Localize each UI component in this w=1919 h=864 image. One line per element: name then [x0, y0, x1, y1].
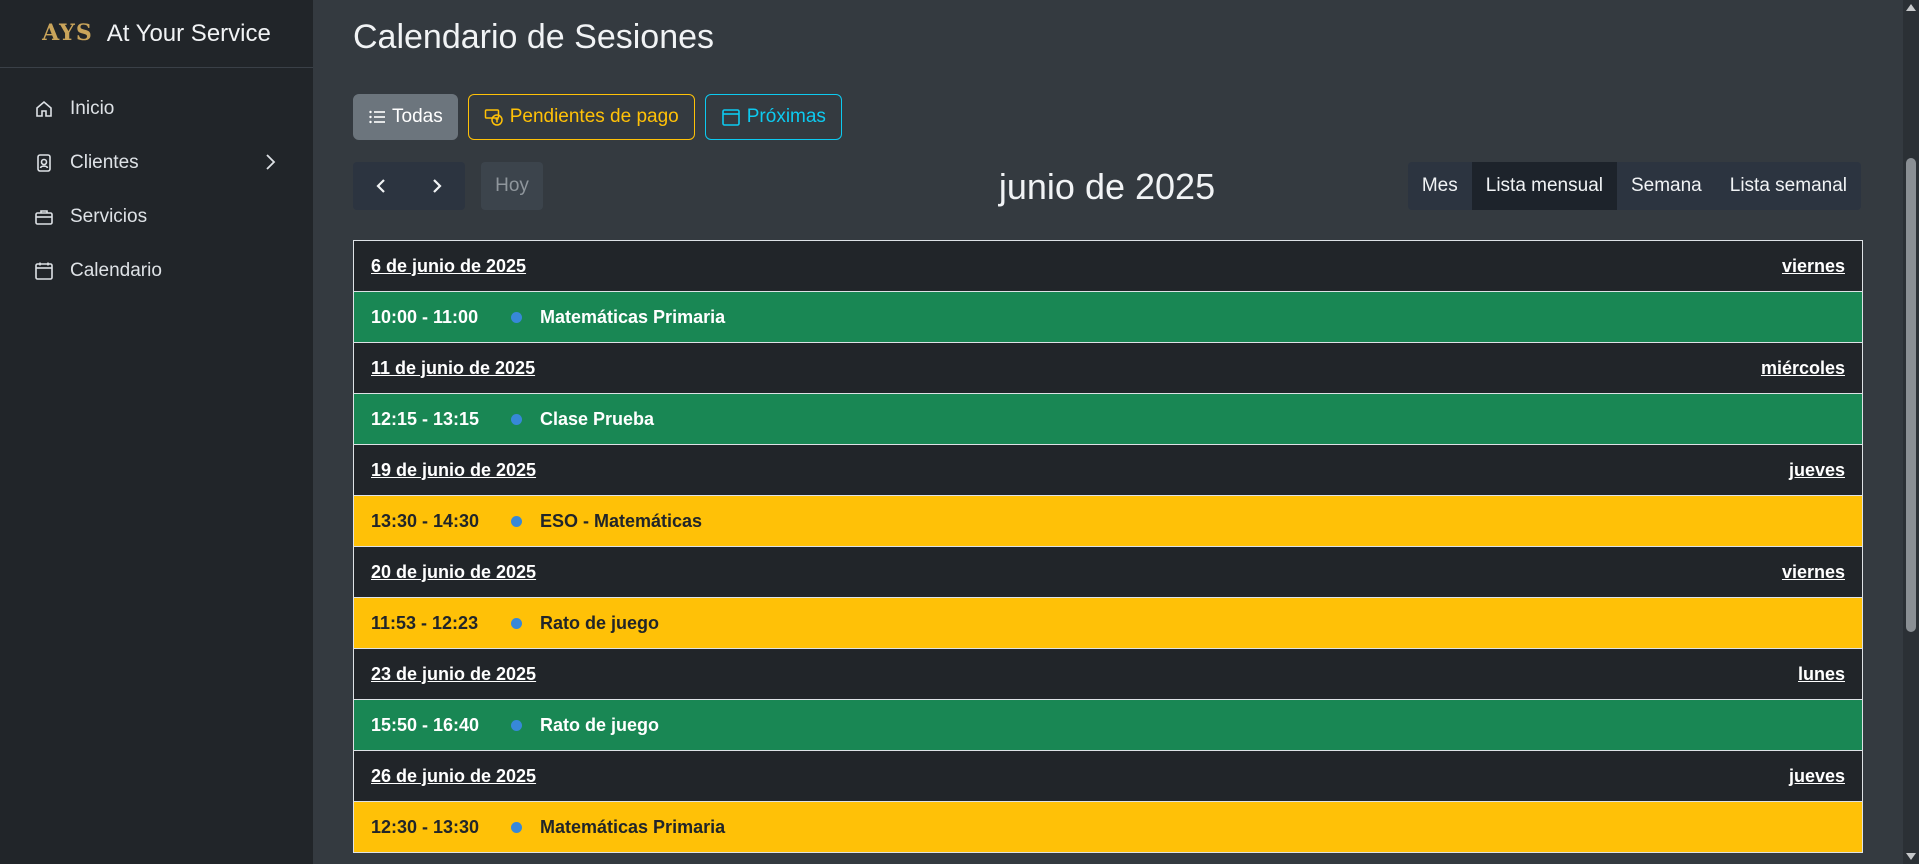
sidebar-item-calendario[interactable]: Calendario: [0, 244, 313, 298]
event-title: Matemáticas Primaria: [540, 306, 726, 327]
event-title: Rato de juego: [540, 714, 660, 735]
sidebar-item-servicios[interactable]: Servicios: [0, 190, 313, 244]
event-time: 13:30 - 14:30: [371, 510, 480, 531]
event-row[interactable]: 11:53 - 12:23 Rato de juego: [354, 598, 1862, 649]
filter-todas-label: Todas: [392, 106, 443, 127]
sidebar-item-label: Calendario: [70, 260, 162, 281]
calendar-icon: [34, 261, 54, 281]
event-title: ESO - Matemáticas: [540, 510, 703, 531]
brand-logo: AYS: [42, 19, 93, 46]
view-switcher: Mes Lista mensual Semana Lista semanal: [1407, 162, 1861, 210]
event-time: 12:30 - 13:30: [371, 816, 480, 837]
event-row[interactable]: 10:00 - 11:00 Matemáticas Primaria: [354, 292, 1862, 343]
event-time: 11:53 - 12:23: [371, 612, 479, 633]
view-lista-semanal-button[interactable]: Lista semanal: [1715, 162, 1861, 210]
day-header-row: 6 de junio de 2025 viernes: [354, 241, 1862, 292]
day-date-link[interactable]: 23 de junio de 2025: [371, 664, 536, 685]
main-content: Calendario de Sesiones Todas Pendientes …: [313, 0, 1903, 864]
day-weekday-link[interactable]: jueves: [1789, 460, 1845, 481]
event-title: Clase Prueba: [540, 408, 655, 429]
brand[interactable]: AYS At Your Service: [0, 0, 313, 68]
event-dot-icon: [511, 617, 522, 629]
day-header-row: 26 de junio de 2025 jueves: [354, 751, 1862, 802]
day-header-row: 20 de junio de 2025 viernes: [354, 547, 1862, 598]
event-time: 10:00 - 11:00: [371, 306, 479, 327]
brand-title: At Your Service: [106, 19, 271, 47]
filter-todas-button[interactable]: Todas: [353, 94, 458, 140]
day-date-link[interactable]: 26 de junio de 2025: [371, 766, 536, 787]
day-date-link[interactable]: 6 de junio de 2025: [371, 256, 526, 277]
day-header-row: 19 de junio de 2025 jueves: [354, 445, 1862, 496]
event-row[interactable]: 12:30 - 13:30 Matemáticas Primaria: [354, 802, 1862, 853]
event-row[interactable]: 12:15 - 13:15 Clase Prueba: [354, 394, 1862, 445]
day-weekday-link[interactable]: lunes: [1798, 664, 1845, 685]
filter-pendientes-label: Pendientes de pago: [509, 106, 679, 127]
sidebar-item-clientes[interactable]: Clientes: [0, 136, 313, 190]
day-weekday-link[interactable]: miércoles: [1761, 358, 1845, 379]
next-month-button[interactable]: [409, 162, 465, 210]
list-icon: [369, 110, 385, 124]
home-icon: [34, 99, 54, 119]
calendar-icon: [721, 109, 740, 126]
scroll-thumb[interactable]: [1906, 158, 1916, 632]
scroll-up-arrow-icon[interactable]: [1906, 4, 1916, 11]
user-badge-icon: [34, 153, 54, 173]
event-row[interactable]: 15:50 - 16:40 Rato de juego: [354, 700, 1862, 751]
event-time: 15:50 - 16:40: [371, 714, 480, 735]
filter-proximas-button[interactable]: Próximas: [704, 94, 842, 140]
cash-coin-icon: [484, 109, 503, 126]
today-button[interactable]: Hoy: [481, 162, 543, 210]
view-mes-button[interactable]: Mes: [1407, 162, 1472, 210]
calendar-toolbar: Hoy junio de 2025 Mes Lista mensual Sema…: [353, 162, 1861, 210]
filter-group: Todas Pendientes de pago Próximas: [353, 94, 842, 140]
scrollbar[interactable]: [1903, 0, 1919, 864]
view-lista-mensual-button[interactable]: Lista mensual: [1471, 162, 1617, 210]
page-title: Calendario de Sesiones: [353, 18, 715, 56]
event-time: 12:15 - 13:15: [371, 408, 480, 429]
prev-month-button[interactable]: [353, 162, 409, 210]
day-date-link[interactable]: 19 de junio de 2025: [371, 460, 536, 481]
prev-next-group: [353, 162, 465, 210]
day-header-row: 11 de junio de 2025 miércoles: [354, 343, 1862, 394]
filter-pendientes-button[interactable]: Pendientes de pago: [467, 94, 695, 140]
day-weekday-link[interactable]: jueves: [1789, 766, 1845, 787]
event-title: Matemáticas Primaria: [540, 816, 726, 837]
briefcase-icon: [34, 207, 54, 227]
event-title: Rato de juego: [540, 612, 660, 633]
scroll-down-arrow-icon[interactable]: [1906, 853, 1916, 860]
filter-proximas-label: Próximas: [746, 106, 826, 127]
day-weekday-link[interactable]: viernes: [1782, 562, 1845, 583]
chevron-left-icon: [376, 179, 385, 193]
sidebar-nav: Inicio Clientes Servicios Calendario: [0, 68, 313, 298]
chevron-right-icon: [261, 153, 279, 171]
view-semana-button[interactable]: Semana: [1616, 162, 1716, 210]
event-row[interactable]: 13:30 - 14:30 ESO - Matemáticas: [354, 496, 1862, 547]
day-weekday-link[interactable]: viernes: [1782, 256, 1845, 277]
event-dot-icon: [511, 719, 522, 731]
event-dot-icon: [511, 515, 522, 527]
chevron-right-icon: [433, 179, 442, 193]
event-dot-icon: [511, 311, 522, 323]
sidebar-item-label: Servicios: [70, 206, 148, 227]
event-dot-icon: [511, 821, 522, 833]
sidebar-item-label: Inicio: [70, 98, 115, 119]
sidebar-item-label: Clientes: [70, 152, 139, 173]
sidebar: AYS At Your Service Inicio Clientes Serv…: [0, 0, 313, 864]
event-list: 6 de junio de 2025 viernes 10:00 - 11:00 Ma…: [353, 240, 1863, 853]
day-date-link[interactable]: 20 de junio de 2025: [371, 562, 536, 583]
day-date-link[interactable]: 11 de junio de 2025: [371, 358, 535, 379]
day-header-row: 23 de junio de 2025 lunes: [354, 649, 1862, 700]
sidebar-item-inicio[interactable]: Inicio: [0, 82, 313, 136]
event-dot-icon: [511, 413, 522, 425]
